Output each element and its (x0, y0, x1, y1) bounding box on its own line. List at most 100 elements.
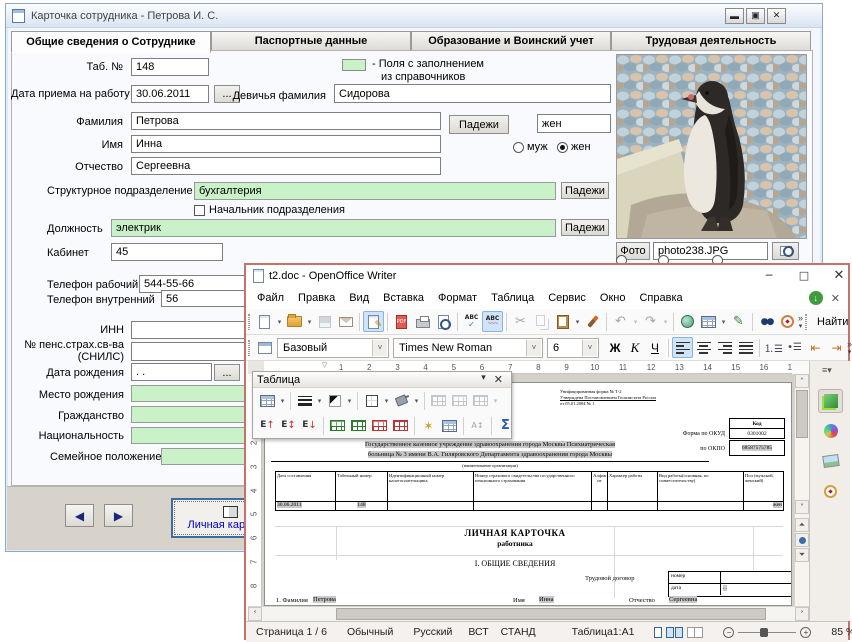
edit-file-icon[interactable]: ✎ (363, 311, 384, 332)
hire-date-field[interactable]: 30.06.2011 (131, 85, 209, 103)
birth-date-browse-button[interactable]: ... (214, 364, 240, 381)
close-document-icon[interactable]: ✕ (831, 292, 840, 305)
horizontal-scrollbar[interactable]: ˂ ˃ (248, 606, 809, 621)
save-icon[interactable] (314, 311, 335, 332)
gender-male-radio[interactable]: муж (513, 141, 548, 153)
tab-education[interactable]: Образование и Воинский учет (411, 31, 611, 51)
table-toolbar-titlebar[interactable]: Таблица ▾ ✕ (253, 372, 511, 388)
toolbar-grip[interactable] (248, 314, 250, 330)
first-name-field[interactable]: Инна (131, 135, 441, 153)
find-toolbar-grip[interactable] (805, 314, 807, 330)
table-dropdown[interactable] (719, 311, 728, 332)
update-available-icon[interactable]: ↓ (809, 291, 823, 305)
photo-load-button[interactable] (772, 242, 799, 260)
scroll-left-icon[interactable]: ˂ (248, 607, 262, 621)
zoom-out-icon[interactable]: − (723, 627, 734, 638)
vscroll-thumb[interactable] (796, 390, 808, 438)
writer-maximize-button[interactable]: □ (789, 265, 819, 286)
tab-passport[interactable]: Паспортные данные (211, 31, 411, 51)
menu-help[interactable]: Справка (632, 290, 689, 306)
sidebar-properties-icon[interactable] (818, 389, 843, 413)
birth-date-field[interactable]: . . (131, 363, 212, 381)
find-replace-icon[interactable]: ●● (756, 311, 777, 332)
border-color-icon[interactable] (324, 390, 345, 411)
menu-window[interactable]: Окно (593, 290, 633, 306)
open-icon[interactable] (284, 311, 305, 332)
sidebar-styles-icon[interactable] (818, 419, 843, 443)
decrease-indent-icon[interactable]: ⇤ (805, 337, 826, 358)
room-field[interactable]: 45 (111, 243, 223, 261)
background-color-icon[interactable] (391, 390, 412, 411)
export-pdf-icon[interactable]: PDF (391, 311, 412, 332)
table-properties-icon[interactable] (439, 415, 460, 436)
menu-format[interactable]: Формат (431, 290, 484, 306)
status-selection-mode[interactable]: СТАНД (495, 626, 542, 638)
borders-icon[interactable] (361, 390, 382, 411)
redo-dropdown[interactable] (661, 311, 670, 332)
view-single-page-icon[interactable] (654, 627, 662, 638)
cases-button-name[interactable]: Падежи (449, 115, 509, 134)
last-name-field[interactable]: Петрова (131, 112, 441, 130)
tab-no-field[interactable]: 148 (131, 58, 209, 76)
scroll-up-icon[interactable]: ˄ (795, 374, 809, 388)
status-page[interactable]: Страница 1 / 6 (246, 626, 337, 638)
font-name-select[interactable]: Times New Roman˅ (393, 338, 543, 358)
align-bottom-icon[interactable]: Е↓ (299, 415, 320, 436)
merge-cells-icon[interactable] (428, 390, 449, 411)
toolbar-overflow[interactable]: »▾ (798, 311, 803, 333)
print-icon[interactable] (412, 311, 433, 332)
menu-edit[interactable]: Правка (291, 290, 342, 306)
prev-record-button[interactable]: ◀ (65, 504, 94, 527)
insert-table-icon[interactable] (257, 390, 278, 411)
status-zoom-value[interactable]: 85 % (821, 626, 852, 638)
menu-table[interactable]: Таблица (484, 290, 541, 306)
sort-icon[interactable]: А↕ (467, 415, 488, 436)
email-icon[interactable] (335, 311, 356, 332)
insert-row-icon[interactable] (327, 415, 348, 436)
photo-filename-field[interactable]: photo238.JPG (653, 242, 768, 260)
sidebar-navigator-icon[interactable] (818, 479, 843, 503)
insert-column-icon[interactable] (348, 415, 369, 436)
delete-column-icon[interactable] (390, 415, 411, 436)
menu-file[interactable]: Файл (250, 290, 291, 306)
italic-button[interactable]: К (625, 338, 645, 358)
menu-tools[interactable]: Сервис (541, 290, 593, 306)
formatting-overflow[interactable]: »▾ (847, 337, 852, 359)
split-cells-icon[interactable] (449, 390, 470, 411)
paste-dropdown[interactable] (573, 311, 582, 332)
scroll-down-icon[interactable]: ˅ (795, 500, 809, 514)
open-dropdown[interactable] (305, 311, 314, 332)
department-field[interactable]: бухгалтерия (194, 182, 556, 200)
employee-card-titlebar[interactable]: Карточка сотрудника - Петрова И. С. ▬ ▣ … (6, 4, 822, 28)
line-style-icon[interactable] (294, 390, 315, 411)
zoom-in-icon[interactable]: + (800, 627, 811, 638)
writer-close-button[interactable]: ✕ (824, 265, 852, 286)
sum-icon[interactable]: Σ (495, 415, 516, 436)
cut-icon[interactable]: ✂ (510, 311, 531, 332)
copy-icon[interactable] (531, 311, 552, 332)
redo-icon[interactable]: ↷ (640, 311, 661, 332)
sidebar-gallery-icon[interactable] (818, 449, 843, 473)
close-button[interactable]: ✕ (767, 8, 786, 24)
zoom-control[interactable]: − + (713, 627, 821, 638)
sidebar-settings-icon[interactable]: ≡▾ (822, 365, 832, 376)
bullet-list-icon[interactable]: •☰ (784, 337, 805, 358)
bold-button[interactable]: Ж (605, 338, 625, 358)
align-right-icon[interactable] (714, 337, 735, 358)
font-size-select[interactable]: 6˅ (547, 338, 599, 358)
status-language[interactable]: Русский (403, 626, 462, 638)
autospellcheck-icon[interactable]: ABC~~~ (482, 311, 503, 332)
tab-general[interactable]: Общие сведения о Сотруднике (11, 31, 211, 53)
new-dropdown[interactable] (275, 311, 284, 332)
gender-female-radio[interactable]: жен (557, 141, 591, 153)
view-multi-page-icon[interactable] (666, 627, 683, 638)
minimize-button[interactable]: ▬ (725, 8, 744, 24)
status-page-style[interactable]: Обычный (337, 626, 403, 638)
phone-internal-field[interactable]: 56 (161, 290, 253, 307)
underline-button[interactable]: Ч (645, 338, 665, 358)
menu-insert[interactable]: Вставка (376, 290, 431, 306)
toolbar-grip[interactable] (248, 340, 250, 356)
navigation-icon[interactable] (795, 533, 809, 547)
hyperlink-icon[interactable] (677, 311, 698, 332)
hscroll-thumb[interactable] (336, 608, 766, 620)
